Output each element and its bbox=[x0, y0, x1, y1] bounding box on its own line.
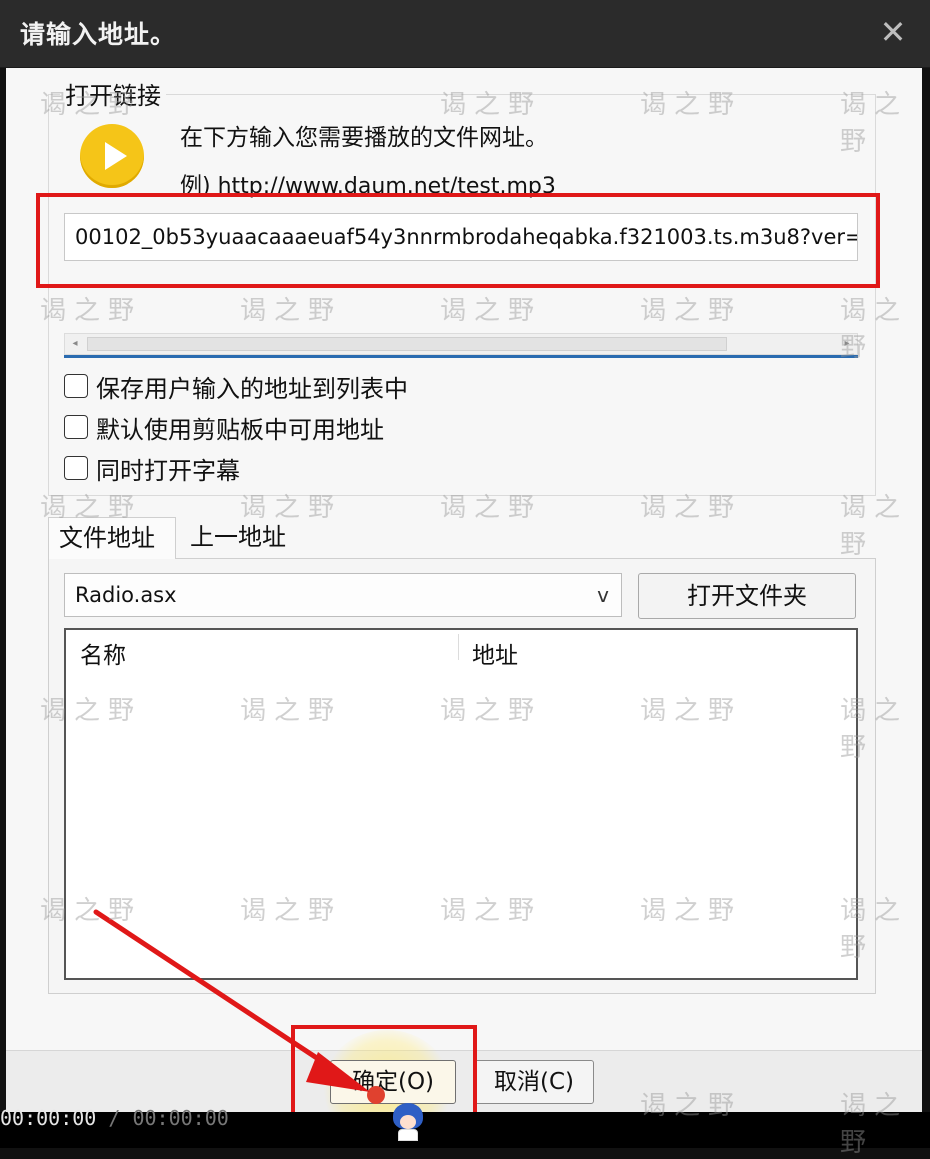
save-to-list-checkbox-row[interactable]: 保存用户输入的地址到列表中 bbox=[64, 370, 408, 403]
horizontal-scrollbar[interactable]: ◂ ▸ bbox=[64, 333, 858, 355]
scroll-thumb[interactable] bbox=[87, 337, 727, 351]
notification-badge-icon bbox=[367, 1086, 385, 1104]
scroll-right-icon[interactable]: ▸ bbox=[839, 336, 855, 352]
cancel-button[interactable]: 取消(C) bbox=[474, 1060, 594, 1104]
current-time: 00:00:00 bbox=[0, 1106, 97, 1130]
open-subtitles-checkbox[interactable] bbox=[64, 456, 88, 480]
open-link-group-label: 打开链接 bbox=[60, 76, 166, 111]
avatar-icon[interactable] bbox=[391, 1103, 425, 1141]
column-divider[interactable] bbox=[458, 634, 459, 660]
save-to-list-label: 保存用户输入的地址到列表中 bbox=[96, 374, 408, 403]
combobox-value: Radio.asx bbox=[75, 583, 177, 607]
playback-time: 00:00:00 / 00:00:00 bbox=[0, 1106, 229, 1130]
open-folder-button[interactable]: 打开文件夹 bbox=[638, 573, 856, 619]
url-input[interactable]: 00102_0b53yuaacaaaeuaf54y3nnrmbrodaheqab… bbox=[64, 213, 858, 261]
open-subtitles-checkbox-row[interactable]: 同时打开字幕 bbox=[64, 452, 240, 485]
time-separator: / bbox=[108, 1106, 121, 1130]
scroll-left-icon[interactable]: ◂ bbox=[67, 336, 83, 352]
tab-file-address[interactable]: 文件地址 bbox=[48, 517, 176, 559]
column-header-name[interactable]: 名称 bbox=[80, 636, 126, 670]
save-to-list-checkbox[interactable] bbox=[64, 374, 88, 398]
use-clipboard-label: 默认使用剪贴板中可用地址 bbox=[96, 415, 384, 444]
chevron-down-icon[interactable]: v bbox=[597, 574, 609, 616]
play-icon bbox=[80, 124, 144, 188]
file-list-combobox[interactable]: Radio.asx v bbox=[64, 573, 622, 617]
file-list-view[interactable]: 名称 地址 bbox=[64, 628, 858, 980]
use-clipboard-checkbox[interactable] bbox=[64, 415, 88, 439]
ok-button[interactable]: 确定(O) bbox=[330, 1060, 456, 1104]
focus-underline bbox=[64, 355, 858, 358]
window-title: 请输入地址。 bbox=[20, 20, 177, 49]
use-clipboard-checkbox-row[interactable]: 默认使用剪贴板中可用地址 bbox=[64, 411, 384, 444]
open-subtitles-label: 同时打开字幕 bbox=[96, 456, 240, 485]
close-icon[interactable]: ✕ bbox=[876, 12, 910, 52]
tab-previous-address[interactable]: 上一地址 bbox=[180, 517, 296, 559]
column-header-address[interactable]: 地址 bbox=[472, 636, 518, 670]
total-time: 00:00:00 bbox=[132, 1106, 229, 1130]
dialog-footer bbox=[6, 1050, 922, 1112]
example-text: 例) http://www.daum.net/test.mp3 bbox=[180, 174, 556, 199]
title-bar: 请输入地址。 ✕ bbox=[0, 0, 930, 68]
instruction-text: 在下方输入您需要播放的文件网址。 bbox=[180, 125, 548, 151]
